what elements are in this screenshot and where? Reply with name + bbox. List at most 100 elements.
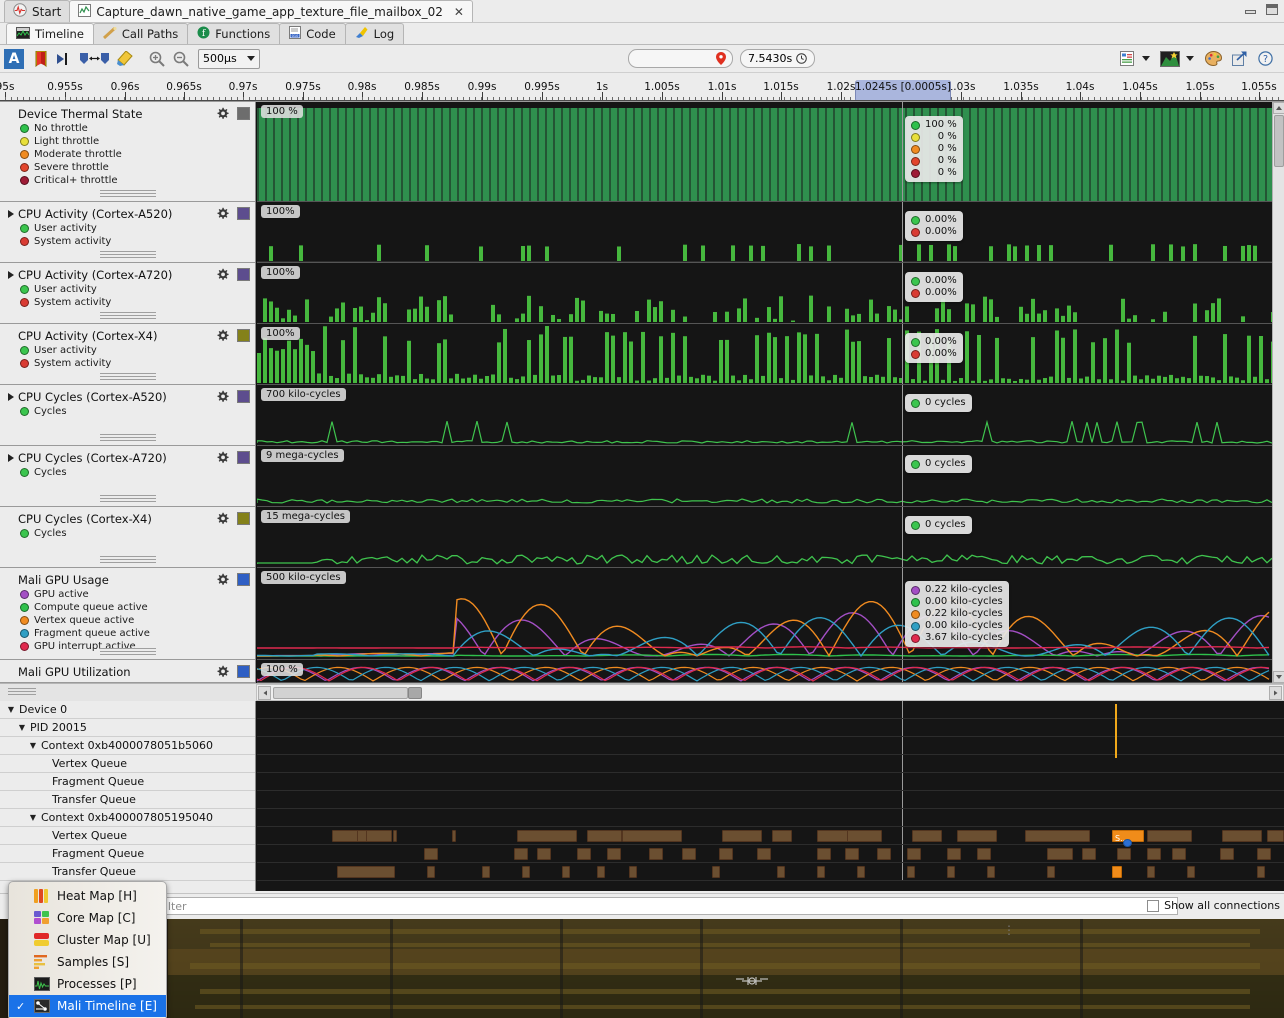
tab-capture[interactable]: Capture_dawn_native_game_app_texture_fil…	[69, 0, 473, 22]
tab-call-paths[interactable]: Call Paths	[93, 23, 188, 44]
track-resize-grip[interactable]	[100, 495, 156, 504]
tree-grid-row[interactable]	[257, 719, 1284, 737]
hscroll-thumb[interactable]	[273, 687, 408, 699]
track-header-6[interactable]: CPU Cycles (Cortex-X4)Cycles	[0, 507, 255, 568]
time-cursor[interactable]	[902, 737, 903, 754]
track-header-1[interactable]: CPU Activity (Cortex-A520)User activityS…	[0, 202, 255, 263]
time-cursor[interactable]	[902, 263, 903, 323]
queue-block[interactable]	[1257, 866, 1265, 878]
timeline-ruler[interactable]: 95s0.955s0.96s0.965s0.97s0.975s0.98s0.98…	[0, 80, 1284, 102]
track-graph-5[interactable]: 9 mega-cycles0 cycles	[257, 446, 1272, 507]
queue-block[interactable]	[1117, 848, 1131, 860]
queue-block[interactable]	[427, 866, 435, 878]
track-graph-3[interactable]: 100%0.00%0.00%	[257, 324, 1272, 385]
tree-row[interactable]: ▼PID 20015	[0, 719, 255, 737]
frame-capture-strip[interactable]	[0, 919, 1284, 1018]
queue-block[interactable]	[682, 848, 696, 860]
queue-block[interactable]	[722, 830, 762, 842]
track-graph-7[interactable]: 500 kilo-cycles0.22 kilo-cycles0.00 kilo…	[257, 568, 1272, 660]
queue-block[interactable]	[1172, 848, 1186, 860]
tab-start[interactable]: Start	[4, 0, 70, 22]
queue-block[interactable]	[1082, 848, 1096, 860]
track-color-swatch[interactable]	[237, 451, 250, 464]
queue-block[interactable]	[1047, 866, 1055, 878]
expand-triangle-icon[interactable]	[8, 210, 14, 218]
gear-icon[interactable]	[216, 573, 229, 586]
queue-block[interactable]	[1047, 848, 1073, 860]
track-color-swatch[interactable]	[237, 268, 250, 281]
tree-grid-row[interactable]	[257, 845, 1284, 863]
queue-block[interactable]	[393, 830, 397, 842]
track-graph-4[interactable]: 700 kilo-cycles0 cycles	[257, 385, 1272, 446]
time-cursor[interactable]	[902, 845, 903, 862]
gear-icon[interactable]	[216, 512, 229, 525]
time-cursor[interactable]	[902, 324, 903, 384]
time-cursor[interactable]	[902, 385, 903, 445]
tree-row[interactable]: ▼Context 0xb4000078051b5060	[0, 737, 255, 755]
expand-triangle-icon[interactable]	[8, 454, 14, 462]
track-resize-grip[interactable]	[100, 251, 156, 260]
queue-block[interactable]	[817, 866, 825, 878]
track-graph-8[interactable]: 100 %	[257, 660, 1272, 683]
time-cursor[interactable]	[902, 701, 903, 718]
tree-twisty-icon[interactable]: ▼	[17, 723, 27, 732]
queue-block[interactable]	[424, 848, 438, 860]
scroll-down-arrow[interactable]	[1273, 671, 1284, 683]
track-color-swatch[interactable]	[237, 390, 250, 403]
drag-handle-dots[interactable]: ⋮	[1003, 928, 1015, 932]
range-markers-icon[interactable]	[78, 48, 112, 70]
time-cursor[interactable]	[902, 827, 903, 844]
track-graph-1[interactable]: 100%0.00%0.00%	[257, 202, 1272, 263]
queue-block[interactable]	[757, 848, 771, 860]
report-icon[interactable]	[1116, 48, 1138, 70]
show-all-connections-checkbox[interactable]	[1147, 900, 1159, 912]
timeline-hscrollbar[interactable]	[256, 684, 1284, 701]
queue-block[interactable]	[987, 866, 995, 878]
upper-vertical-scrollbar[interactable]	[1272, 102, 1284, 683]
time-cursor[interactable]	[902, 719, 903, 736]
queue-block[interactable]	[719, 848, 733, 860]
expand-triangle-icon[interactable]	[8, 393, 14, 401]
queue-block[interactable]	[1147, 866, 1155, 878]
tree-row[interactable]: Fragment Queue	[0, 773, 255, 791]
gear-icon[interactable]	[216, 665, 229, 678]
tree-row[interactable]: ▼Context 0xb400007805195040	[0, 809, 255, 827]
track-color-swatch[interactable]	[237, 512, 250, 525]
tree-grid-row[interactable]	[257, 755, 1284, 773]
tab-timeline[interactable]: Timeline	[6, 23, 94, 44]
view-mode-context-menu[interactable]: Heat Map [H]Core Map [C]Cluster Map [U]S…	[8, 881, 167, 1018]
chevron-down-icon[interactable]	[1186, 56, 1194, 61]
queue-block[interactable]	[1147, 830, 1192, 842]
queue-block[interactable]	[777, 866, 785, 878]
tree-grid-row[interactable]	[257, 809, 1284, 827]
queue-block[interactable]	[587, 830, 622, 842]
queue-block[interactable]	[452, 830, 456, 842]
menu-item-coremap[interactable]: Core Map [C]	[9, 907, 166, 929]
time-cursor[interactable]	[902, 809, 903, 826]
export-icon[interactable]	[1228, 48, 1250, 70]
track-resize-grip[interactable]	[100, 556, 156, 565]
tab-functions[interactable]: f Functions	[187, 23, 280, 44]
tree-row[interactable]: Vertex Queue	[0, 755, 255, 773]
track-header-2[interactable]: CPU Activity (Cortex-A720)User activityS…	[0, 263, 255, 324]
track-header-4[interactable]: CPU Cycles (Cortex-A520)Cycles	[0, 385, 255, 446]
queue-block[interactable]	[845, 848, 859, 860]
time-cursor[interactable]	[902, 507, 903, 567]
track-header-7[interactable]: Mali GPU UsageGPU activeCompute queue ac…	[0, 568, 255, 660]
help-icon[interactable]: ?	[1254, 48, 1276, 70]
queue-block[interactable]	[857, 866, 865, 878]
tree-grid-row[interactable]	[257, 701, 1284, 719]
tree-grid-row[interactable]	[257, 791, 1284, 809]
menu-item-clustermap[interactable]: Cluster Map [U]	[9, 929, 166, 951]
track-color-swatch[interactable]	[237, 665, 250, 678]
minimize-button[interactable]	[1245, 10, 1256, 14]
tree-row[interactable]: Fragment Queue	[0, 845, 255, 863]
tree-grid-row[interactable]	[257, 773, 1284, 791]
queue-block[interactable]	[577, 848, 591, 860]
track-color-swatch[interactable]	[237, 329, 250, 342]
queue-block-selected[interactable]	[1112, 866, 1122, 878]
show-all-connections-row[interactable]: Show all connections	[1147, 899, 1280, 912]
time-cursor[interactable]	[902, 446, 903, 506]
menu-item-heatmap[interactable]: Heat Map [H]	[9, 885, 166, 907]
queue-block[interactable]	[629, 866, 637, 878]
